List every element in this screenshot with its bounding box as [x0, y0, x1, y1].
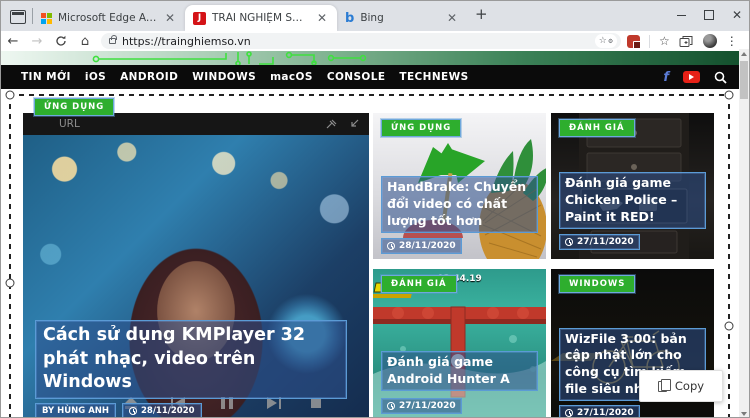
youtube-icon[interactable] — [683, 71, 700, 83]
nav-item-ios[interactable]: iOS — [85, 71, 106, 83]
refresh-icon[interactable] — [49, 35, 73, 47]
clock-icon — [129, 407, 137, 415]
article-card-chicken-police[interactable]: ĐÁNH GIÁ Đánh giá game Chicken Police – … — [551, 113, 714, 259]
home-icon[interactable]: ⌂ — [73, 34, 97, 49]
circuit-pattern-icon — [1, 51, 741, 65]
kmplayer-window-icons — [326, 119, 359, 129]
tab-close-icon[interactable]: ✕ — [163, 12, 177, 24]
capture-handle-left-mid[interactable] — [6, 279, 15, 288]
forward-icon[interactable]: → — [25, 34, 49, 49]
nav-item-windows[interactable]: WINDOWS — [192, 71, 256, 83]
page-content: ỨNG DỤNG URL Cách sử dụng KMPlaye — [1, 89, 741, 418]
toolbar-divider — [649, 35, 650, 48]
tab-title: TRẢI NGHIỆM SỐ - CÔNG NGHỆ — [212, 12, 309, 24]
article-card-handbrake[interactable]: ỨNG DỤNG HandBrake: Chuyển đổi video có … — [373, 113, 546, 259]
copy-button-label: Copy — [675, 379, 704, 393]
bing-favicon-icon: b — [345, 12, 354, 25]
nav-item-tin-moi[interactable]: TIN MỚI — [21, 71, 71, 83]
microsoft-logo-icon — [41, 13, 52, 24]
featured-article-meta: BY HÙNG ANH 28/11/2020 — [35, 403, 202, 418]
browser-toolbar: ← → ⌂ https://trainghiemso.vn ☆⚙ ☆ ⋮ — [1, 31, 750, 51]
capture-selection-border-left — [9, 94, 11, 418]
address-bar[interactable]: https://trainghiemso.vn ☆⚙ — [101, 33, 621, 49]
clock-icon — [387, 242, 395, 250]
clock-icon — [387, 402, 395, 410]
article-title[interactable]: HandBrake: Chuyển đổi video có chất lượn… — [381, 176, 538, 233]
favorites-gear-icon[interactable]: ☆⚙ — [595, 34, 617, 48]
article-card-android-hunter[interactable]: 03:44.19 ĐÁNH GIÁ Đánh giá game Android … — [373, 269, 546, 418]
scrollbar-up-arrow-icon[interactable] — [741, 52, 747, 56]
tab-actions-icon[interactable] — [10, 10, 26, 24]
adblock-extension-icon[interactable] — [627, 35, 640, 48]
toolbar-right: ☆ ⋮ — [627, 34, 738, 48]
scrollbar-thumb[interactable] — [740, 61, 748, 99]
pin-icon — [326, 119, 337, 129]
minimize-button[interactable] — [667, 1, 695, 29]
tab-title: Microsoft Edge Add-ons - Trendi — [58, 12, 157, 24]
capture-handle-top-left[interactable] — [6, 91, 15, 100]
tab-close-icon[interactable]: ✕ — [445, 12, 459, 24]
category-badge[interactable]: WINDOWS — [559, 275, 635, 293]
category-badge[interactable]: ĐÁNH GIÁ — [381, 275, 457, 293]
facebook-icon[interactable]: f — [663, 70, 669, 85]
lock-icon[interactable] — [109, 38, 116, 44]
featured-article-card[interactable]: URL Cách sử dụng KMPlayer 32 phát nhạc, … — [23, 113, 369, 418]
site-navigation: TIN MỚI iOS ANDROID WINDOWS macOS CONSOL… — [1, 65, 741, 89]
nav-item-android[interactable]: ANDROID — [120, 71, 178, 83]
collections-icon[interactable] — [679, 35, 694, 48]
clock-icon — [565, 409, 573, 417]
search-icon[interactable] — [714, 71, 727, 84]
tab-bar: Microsoft Edge Add-ons - Trendi ✕ J TRẢI… — [1, 1, 750, 31]
kmplayer-url-label: URL — [59, 118, 80, 130]
featured-article-title[interactable]: Cách sử dụng KMPlayer 32 phát nhạc, vide… — [35, 320, 347, 399]
trainghiemso-favicon-icon: J — [193, 12, 206, 25]
kmplayer-titlebar: URL — [23, 113, 369, 135]
close-button[interactable]: ✕ — [723, 1, 750, 29]
category-badge[interactable]: ỨNG DỤNG — [34, 98, 114, 116]
nav-links: TIN MỚI iOS ANDROID WINDOWS macOS CONSOL… — [21, 71, 469, 83]
tab-title: Bing — [360, 12, 439, 24]
nav-item-macos[interactable]: macOS — [270, 71, 313, 83]
capture-handle-top-right[interactable] — [725, 91, 734, 100]
capture-selection-border-right — [728, 94, 730, 418]
back-icon[interactable]: ← — [1, 34, 25, 49]
nav-item-console[interactable]: CONSOLE — [327, 71, 386, 83]
tab-bing[interactable]: b Bing ✕ — [337, 5, 467, 31]
article-title[interactable]: Đánh giá game Android Hunter A — [381, 351, 538, 391]
nav-item-technews[interactable]: TECHNEWS — [399, 71, 468, 83]
scrollbar-down-arrow-icon[interactable] — [741, 412, 747, 416]
page-scrollbar — [739, 49, 749, 418]
category-badge[interactable]: ĐÁNH GIÁ — [559, 119, 635, 137]
site-header-banner — [1, 51, 741, 65]
publish-date: 27/11/2020 — [559, 234, 640, 250]
capture-selection-border-top — [9, 94, 729, 96]
copy-icon — [658, 381, 667, 392]
browser-window: Microsoft Edge Add-ons - Trendi ✕ J TRẢI… — [0, 0, 750, 418]
menu-dots-icon[interactable]: ⋮ — [726, 34, 738, 48]
capture-handle-right-mid[interactable] — [725, 322, 734, 331]
new-tab-button[interactable]: + — [475, 5, 488, 23]
capture-copy-button[interactable]: Copy — [639, 370, 723, 402]
favorites-star-icon[interactable]: ☆ — [659, 35, 670, 47]
tab-trainghiemso-active[interactable]: J TRẢI NGHIỆM SỐ - CÔNG NGHỆ ✕ — [185, 5, 337, 31]
resize-icon — [349, 119, 359, 129]
maximize-button[interactable] — [695, 1, 723, 29]
tab-close-icon[interactable]: ✕ — [315, 12, 329, 24]
clock-icon — [565, 238, 573, 246]
publish-date: 27/11/2020 — [381, 398, 462, 414]
url-text[interactable]: https://trainghiemso.vn — [122, 35, 595, 48]
profile-avatar[interactable] — [703, 34, 717, 48]
publish-date: 28/11/2020 — [381, 238, 462, 254]
tab-edge-addons[interactable]: Microsoft Edge Add-ons - Trendi ✕ — [33, 5, 185, 31]
author-link[interactable]: BY HÙNG ANH — [35, 403, 116, 418]
window-controls: ✕ — [667, 1, 750, 29]
publish-date: 28/11/2020 — [122, 403, 202, 418]
publish-date: 27/11/2020 — [559, 405, 640, 418]
nav-social: f — [663, 70, 727, 85]
category-badge[interactable]: ỨNG DỤNG — [381, 119, 461, 137]
article-title[interactable]: Đánh giá game Chicken Police – Paint it … — [559, 172, 706, 229]
